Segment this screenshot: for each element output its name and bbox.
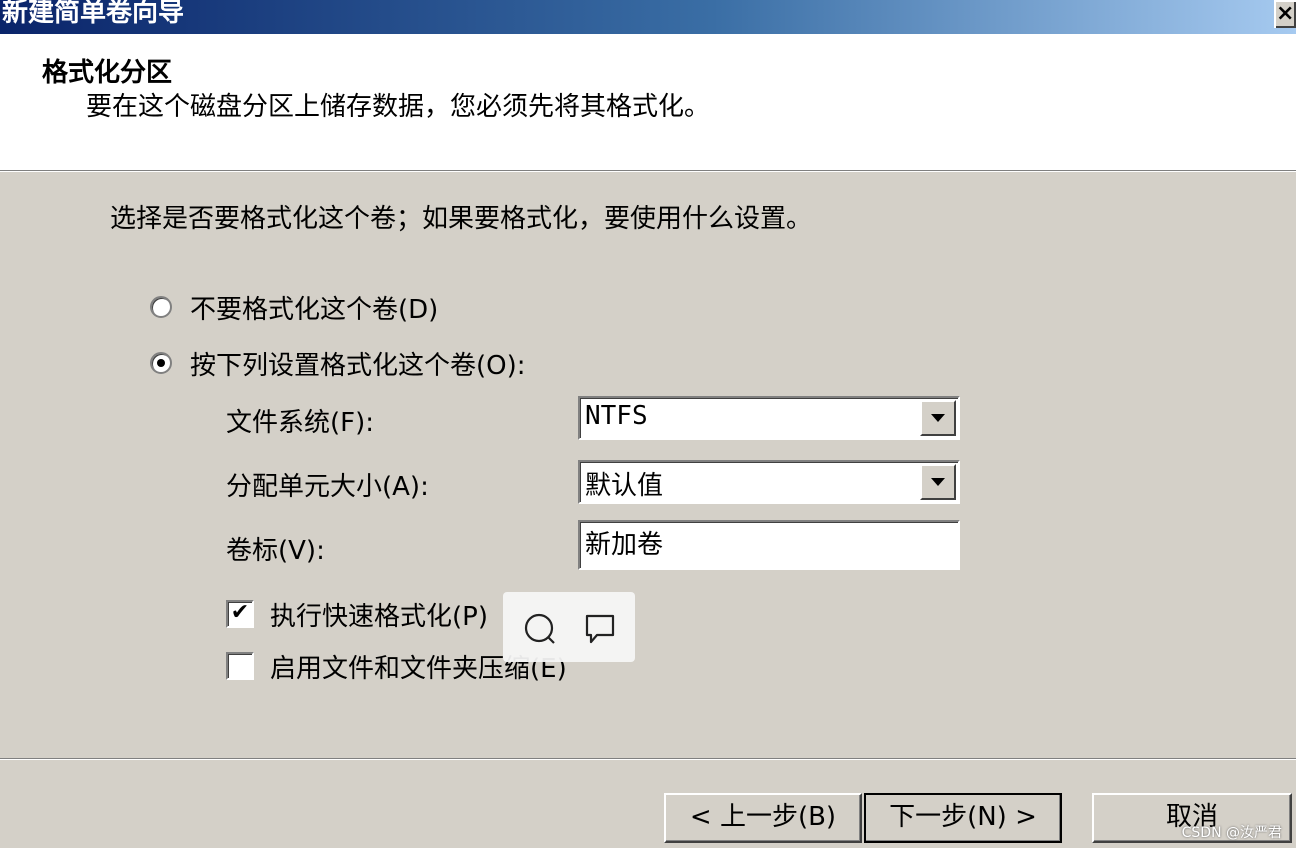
quick-format-checkbox[interactable]: ✔ bbox=[226, 600, 254, 628]
volume-label-input[interactable]: 新加卷 bbox=[578, 520, 960, 570]
back-button[interactable]: < 上一步(B) bbox=[664, 793, 862, 843]
radio-format-button[interactable] bbox=[150, 352, 172, 374]
header-panel: 格式化分区 要在这个磁盘分区上储存数据，您必须先将其格式化。 bbox=[0, 34, 1296, 170]
quick-format-option[interactable]: ✔ 执行快速格式化(P) bbox=[226, 596, 488, 632]
radio-no-format-button[interactable] bbox=[150, 296, 172, 318]
header-divider-highlight bbox=[0, 171, 1296, 172]
watermark: CSDN @汝严君 bbox=[1181, 825, 1282, 841]
alloc-unit-label: 分配单元大小(A): bbox=[226, 472, 429, 502]
comment-icon[interactable] bbox=[583, 612, 617, 646]
footer-divider-highlight bbox=[0, 759, 1296, 760]
alloc-unit-select[interactable]: 默认值 bbox=[578, 460, 960, 504]
radio-no-format[interactable]: 不要格式化这个卷(D) bbox=[150, 290, 439, 325]
window-title: 新建简单卷向导 bbox=[2, 0, 185, 28]
filesystem-value: NTFS bbox=[585, 401, 648, 431]
page-description: 要在这个磁盘分区上储存数据，您必须先将其格式化。 bbox=[86, 92, 711, 122]
instruction-text: 选择是否要格式化这个卷；如果要格式化，要使用什么设置。 bbox=[110, 204, 813, 234]
chevron-down-icon[interactable] bbox=[920, 400, 956, 436]
chevron-down-icon[interactable] bbox=[920, 464, 956, 500]
close-button[interactable]: × bbox=[1274, 0, 1296, 28]
compression-checkbox[interactable] bbox=[226, 652, 254, 680]
new-simple-volume-wizard: 新建简单卷向导 × 格式化分区 要在这个磁盘分区上储存数据，您必须先将其格式化。… bbox=[0, 0, 1296, 848]
filesystem-select[interactable]: NTFS bbox=[578, 396, 960, 440]
alloc-unit-value: 默认值 bbox=[585, 471, 664, 501]
floating-toolbar bbox=[503, 592, 635, 662]
search-icon[interactable] bbox=[523, 612, 557, 646]
page-title: 格式化分区 bbox=[42, 58, 173, 88]
next-button[interactable]: 下一步(N) > bbox=[864, 793, 1062, 843]
title-bar: 新建简单卷向导 × bbox=[0, 0, 1296, 34]
radio-format-label: 按下列设置格式化这个卷(O): bbox=[190, 350, 526, 381]
filesystem-label: 文件系统(F): bbox=[226, 408, 375, 438]
radio-format[interactable]: 按下列设置格式化这个卷(O): bbox=[150, 346, 526, 381]
radio-no-format-label: 不要格式化这个卷(D) bbox=[190, 294, 439, 325]
quick-format-label: 执行快速格式化(P) bbox=[270, 601, 488, 632]
volume-label-label: 卷标(V): bbox=[226, 536, 325, 566]
